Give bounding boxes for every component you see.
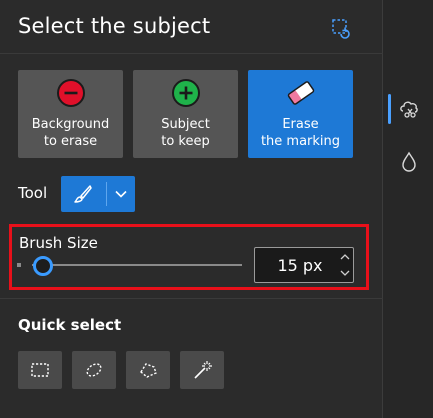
right-tool-rail <box>383 0 433 418</box>
magic-wand-icon <box>194 361 212 379</box>
page-title: Select the subject <box>18 14 211 38</box>
mode-label-line2: to erase <box>43 134 98 149</box>
mode-label: Erase the marking <box>248 116 353 150</box>
mode-label-line2: the marking <box>260 134 341 149</box>
polygon-lasso-button[interactable] <box>126 351 170 389</box>
tool-label: Tool <box>18 184 48 202</box>
chevron-up-icon[interactable] <box>339 252 351 262</box>
erase-marking-button[interactable]: Erase the marking <box>248 70 353 158</box>
plus-circle-icon <box>172 79 200 107</box>
active-indicator <box>388 94 391 124</box>
polygon-lasso-icon <box>140 363 157 378</box>
minus-circle-icon <box>57 79 85 107</box>
selection-undo-icon[interactable] <box>330 17 352 39</box>
remove-background-icon[interactable] <box>397 96 421 120</box>
brush-size-slider-track[interactable] <box>32 264 242 266</box>
color-drop-icon[interactable] <box>397 150 421 174</box>
background-to-erase-button[interactable]: Background to erase <box>18 70 123 158</box>
magic-wand-button[interactable] <box>180 351 224 389</box>
section-divider <box>0 298 383 299</box>
lasso-select-icon <box>86 363 102 377</box>
mode-label-line2: to keep <box>161 134 210 149</box>
brush-size-group: Brush Size 15 px <box>9 224 369 290</box>
rectangle-select-button[interactable] <box>18 351 62 389</box>
quick-select-title: Quick select <box>18 316 122 334</box>
select-subject-panel: Select the subject Background to erase S… <box>0 0 383 418</box>
panel-header: Select the subject <box>0 0 383 54</box>
brush-size-value: 15 px <box>277 256 323 275</box>
mode-label-line1: Background <box>31 117 110 132</box>
mode-label: Background to erase <box>18 116 123 150</box>
chevron-down-icon[interactable] <box>339 268 351 278</box>
brush-size-slider-thumb[interactable] <box>32 256 53 276</box>
chevron-down-icon <box>115 190 127 198</box>
eraser-icon <box>287 81 315 105</box>
dropdown-divider <box>106 182 107 206</box>
subject-to-keep-button[interactable]: Subject to keep <box>133 70 238 158</box>
tool-dropdown[interactable] <box>61 176 135 212</box>
brush-icon <box>74 185 92 203</box>
brush-size-input[interactable]: 15 px <box>254 247 354 283</box>
brush-size-label: Brush Size <box>19 234 98 252</box>
rectangle-select-icon <box>31 363 49 377</box>
mode-label-line1: Subject <box>161 117 210 132</box>
slider-min-tick <box>17 263 21 267</box>
lasso-select-button[interactable] <box>72 351 116 389</box>
mode-label: Subject to keep <box>133 116 238 150</box>
mode-label-line1: Erase <box>282 117 319 132</box>
